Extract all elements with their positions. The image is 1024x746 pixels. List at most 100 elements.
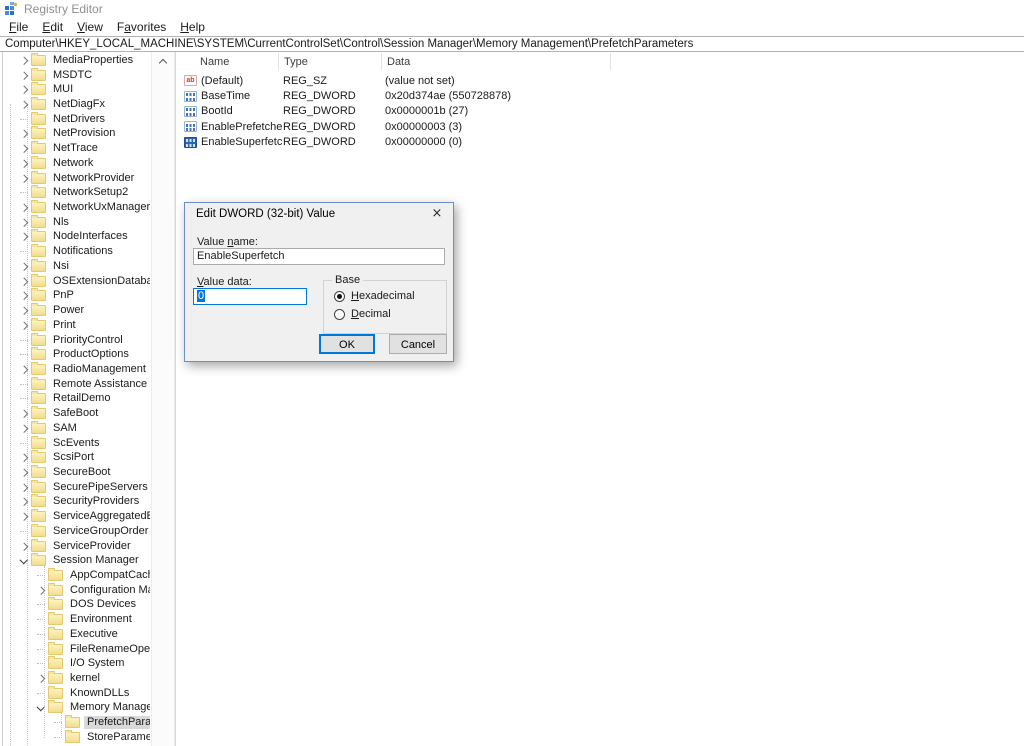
chevron-right-icon[interactable] <box>17 219 30 225</box>
chevron-right-icon[interactable] <box>17 499 30 505</box>
chevron-down-icon[interactable] <box>17 559 30 563</box>
tree-item-power[interactable]: Power <box>0 303 150 318</box>
radio-unselected-icon[interactable] <box>334 309 345 320</box>
chevron-right-icon[interactable] <box>17 160 30 166</box>
chevron-right-icon[interactable] <box>17 131 30 137</box>
values-pane[interactable]: Name Type Data ab(Default)REG_SZ(value n… <box>177 52 1024 746</box>
column-header-type[interactable]: Type <box>279 52 381 71</box>
tree-item-storeparameters[interactable]: StoreParameters <box>0 730 150 745</box>
tree-item-executive[interactable]: Executive <box>0 627 150 642</box>
tree-item-networksetup2[interactable]: NetworkSetup2 <box>0 185 150 200</box>
tree-item-pnp[interactable]: PnP <box>0 289 150 304</box>
tree-item-safeboot[interactable]: SafeBoot <box>0 406 150 421</box>
tree-item-sam[interactable]: SAM <box>0 421 150 436</box>
chevron-right-icon[interactable] <box>17 366 30 372</box>
chevron-right-icon[interactable] <box>17 278 30 284</box>
menu-edit[interactable]: Edit <box>35 19 70 35</box>
menu-file[interactable]: File <box>2 19 35 35</box>
tree-item-secureboot[interactable]: SecureBoot <box>0 465 150 480</box>
close-icon[interactable]: × <box>421 203 453 224</box>
chevron-right-icon[interactable] <box>17 514 30 520</box>
chevron-right-icon[interactable] <box>17 411 30 417</box>
chevron-right-icon[interactable] <box>17 308 30 314</box>
tree-item-scsiport[interactable]: ScsiPort <box>0 450 150 465</box>
chevron-right-icon[interactable] <box>17 469 30 475</box>
tree-item-configuration-manager[interactable]: Configuration Manager <box>0 583 150 598</box>
tree-item-productoptions[interactable]: ProductOptions <box>0 347 150 362</box>
chevron-right-icon[interactable] <box>17 57 30 63</box>
tree-item-networkuxmanager[interactable]: NetworkUxManager <box>0 200 150 215</box>
ok-button[interactable]: OK <box>319 334 375 354</box>
registry-value-row-default[interactable]: ab(Default)REG_SZ(value not set) <box>177 73 1024 88</box>
tree-item-netdrivers[interactable]: NetDrivers <box>0 112 150 127</box>
tree-item-filerenameoperations[interactable]: FileRenameOperations <box>0 642 150 657</box>
tree-item-mediaproperties[interactable]: MediaProperties <box>0 53 150 68</box>
chevron-right-icon[interactable] <box>17 322 30 328</box>
chevron-right-icon[interactable] <box>17 484 30 490</box>
tree-item-i-o-system[interactable]: I/O System <box>0 656 150 671</box>
registry-value-row-basetime[interactable]: BaseTimeREG_DWORD0x20d374ae (550728878) <box>177 88 1024 103</box>
radio-option-decimal[interactable]: Decimal <box>334 308 391 320</box>
tree-item-securepipeservers[interactable]: SecurePipeServers <box>0 480 150 495</box>
chevron-right-icon[interactable] <box>34 587 47 593</box>
tree-item-prioritycontrol[interactable]: PriorityControl <box>0 333 150 348</box>
chevron-right-icon[interactable] <box>17 455 30 461</box>
tree-item-notifications[interactable]: Notifications <box>0 244 150 259</box>
chevron-right-icon[interactable] <box>17 146 30 152</box>
radio-selected-icon[interactable] <box>334 291 345 302</box>
tree-item-nodeinterfaces[interactable]: NodeInterfaces <box>0 230 150 245</box>
dialog-title-bar[interactable]: Edit DWORD (32-bit) Value <box>185 203 453 224</box>
registry-tree-pane[interactable]: MediaPropertiesMSDTCMUINetDiagFxNetDrive… <box>0 52 150 746</box>
chevron-right-icon[interactable] <box>17 102 30 108</box>
tree-item-prefetchparameters[interactable]: PrefetchParameters <box>0 715 150 730</box>
column-header-name[interactable]: Name <box>177 52 278 71</box>
tree-item-serviceprovider[interactable]: ServiceProvider <box>0 539 150 554</box>
registry-value-row-enableprefetcher[interactable]: EnablePrefetcherREG_DWORD0x00000003 (3) <box>177 119 1024 134</box>
tree-item-memory-management[interactable]: Memory Management <box>0 701 150 716</box>
value-name-field[interactable]: EnableSuperfetch <box>193 248 445 265</box>
registry-value-row-enablesuperfetch[interactable]: EnableSuperfetchREG_DWORD0x00000000 (0) <box>177 135 1024 150</box>
chevron-right-icon[interactable] <box>17 175 30 181</box>
value-data-input[interactable]: 0 <box>193 288 307 305</box>
chevron-right-icon[interactable] <box>17 293 30 299</box>
tree-item-nls[interactable]: Nls <box>0 215 150 230</box>
tree-item-servicegrouporder[interactable]: ServiceGroupOrder <box>0 524 150 539</box>
pane-splitter[interactable] <box>175 52 176 746</box>
radio-option-hexadecimal[interactable]: Hexadecimal <box>334 290 415 302</box>
chevron-right-icon[interactable] <box>17 234 30 240</box>
tree-item-nettrace[interactable]: NetTrace <box>0 141 150 156</box>
tree-scrollbar[interactable] <box>151 52 175 746</box>
chevron-right-icon[interactable] <box>17 543 30 549</box>
scroll-up-arrow-icon[interactable] <box>159 59 167 67</box>
tree-item-securityproviders[interactable]: SecurityProviders <box>0 495 150 510</box>
tree-item-network[interactable]: Network <box>0 156 150 171</box>
tree-item-appcompatcache[interactable]: AppCompatCache <box>0 568 150 583</box>
tree-item-msdtc[interactable]: MSDTC <box>0 68 150 83</box>
address-bar[interactable]: Computer\HKEY_LOCAL_MACHINE\SYSTEM\Curre… <box>0 36 1024 52</box>
menu-help[interactable]: Help <box>173 19 212 35</box>
tree-item-retaildemo[interactable]: RetailDemo <box>0 392 150 407</box>
tree-item-radiomanagement[interactable]: RadioManagement <box>0 362 150 377</box>
cancel-button[interactable]: Cancel <box>389 334 447 354</box>
tree-item-dos-devices[interactable]: DOS Devices <box>0 598 150 613</box>
menu-view[interactable]: View <box>70 19 110 35</box>
registry-value-row-bootid[interactable]: BootIdREG_DWORD0x0000001b (27) <box>177 104 1024 119</box>
tree-item-nsi[interactable]: Nsi <box>0 259 150 274</box>
tree-item-environment[interactable]: Environment <box>0 612 150 627</box>
tree-item-kernel[interactable]: kernel <box>0 671 150 686</box>
tree-item-session-manager[interactable]: Session Manager <box>0 553 150 568</box>
tree-item-remote-assistance[interactable]: Remote Assistance <box>0 377 150 392</box>
column-separator[interactable] <box>610 53 611 70</box>
column-header-data[interactable]: Data <box>382 52 610 71</box>
tree-item-mui[interactable]: MUI <box>0 82 150 97</box>
chevron-right-icon[interactable] <box>17 87 30 93</box>
tree-item-osextensiondatabase[interactable]: OSExtensionDatabase <box>0 274 150 289</box>
menu-favorites[interactable]: Favorites <box>110 19 173 35</box>
chevron-right-icon[interactable] <box>34 676 47 682</box>
tree-item-knowndlls[interactable]: KnownDLLs <box>0 686 150 701</box>
tree-item-netdiagfx[interactable]: NetDiagFx <box>0 97 150 112</box>
chevron-right-icon[interactable] <box>17 72 30 78</box>
tree-item-print[interactable]: Print <box>0 318 150 333</box>
chevron-right-icon[interactable] <box>17 205 30 211</box>
chevron-down-icon[interactable] <box>34 706 47 710</box>
